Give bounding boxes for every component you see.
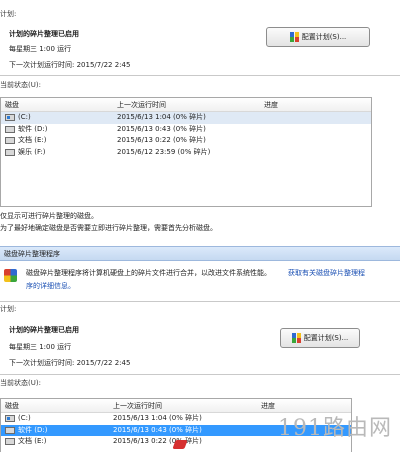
drive-icon bbox=[5, 426, 15, 434]
disk-row-e[interactable]: 文档 (E:) 2015/6/13 0:22 (0% 碎片) bbox=[1, 135, 371, 147]
disk-last-run: 2015/6/13 0:22 (0% 碎片) bbox=[117, 136, 206, 144]
next-run-time: 下一次计划运行时间: 2015/7/22 2:45 bbox=[9, 359, 131, 367]
drive-icon bbox=[5, 148, 15, 156]
disk-list-header: 磁盘 上一次运行时间 进度 bbox=[1, 399, 351, 413]
disk-last-run: 2015/6/13 0:43 (0% 碎片) bbox=[117, 124, 206, 133]
window-titlebar[interactable]: 磁盘碎片整理程序 bbox=[0, 246, 400, 261]
disk-name: 文档 (E:) bbox=[18, 136, 47, 144]
system-drive-icon bbox=[5, 114, 15, 121]
schedule-label: 计划: bbox=[0, 305, 17, 313]
disk-row-f[interactable]: 娱乐 (F:) 2015/6/12 23:59 (0% 碎片) bbox=[1, 147, 371, 159]
section-divider bbox=[0, 374, 400, 375]
disk-row-d[interactable]: 软件 (D:) 2015/6/13 0:43 (0% 碎片) bbox=[1, 124, 371, 136]
current-status-label: 当前状态(U): bbox=[0, 81, 41, 89]
disk-last-run: 2015/6/13 1:04 (0% 碎片) bbox=[113, 414, 202, 422]
section-divider bbox=[0, 301, 400, 302]
schedule-status: 计划的碎片整理已启用 bbox=[9, 30, 79, 38]
defrag-app-icon bbox=[4, 269, 17, 282]
drive-icon bbox=[5, 137, 15, 144]
disk-last-run: 2015/6/13 0:43 (0% 碎片) bbox=[113, 425, 202, 434]
disk-row-c[interactable]: (C:) 2015/6/13 1:04 (0% 碎片) bbox=[1, 112, 371, 124]
configure-schedule-label: 配置计划(S)... bbox=[301, 32, 347, 41]
watermark: 191路由网 bbox=[278, 416, 392, 441]
help-link-continued[interactable]: 序的详细信息。 bbox=[26, 283, 75, 290]
system-drive-icon bbox=[5, 415, 15, 422]
disk-list-header: 磁盘 上一次运行时间 进度 bbox=[1, 98, 371, 112]
col-progress[interactable]: 进度 bbox=[264, 102, 278, 109]
disk-list[interactable]: 磁盘 上一次运行时间 进度 (C:) 2015/6/13 1:04 (0% 碎片… bbox=[0, 97, 372, 207]
col-last-run[interactable]: 上一次运行时间 bbox=[117, 102, 166, 109]
schedule-label: 计划: bbox=[0, 10, 17, 18]
disk-name: 软件 (D:) bbox=[18, 124, 48, 133]
schedule-runs: 每星期三 1:00 运行 bbox=[9, 343, 72, 351]
disk-name: 软件 (D:) bbox=[18, 425, 48, 434]
configure-schedule-button[interactable]: 配置计划(S)... bbox=[266, 27, 370, 47]
section-divider bbox=[0, 75, 400, 76]
note-analyze-first: 为了最好地确定磁盘是否需要立即进行碎片整理，需要首先分析磁盘。 bbox=[0, 224, 217, 232]
shield-icon bbox=[291, 333, 301, 343]
disk-name: (C:) bbox=[18, 414, 31, 422]
col-last-run[interactable]: 上一次运行时间 bbox=[113, 403, 162, 410]
col-progress[interactable]: 进度 bbox=[261, 403, 275, 410]
schedule-runs: 每星期三 1:00 运行 bbox=[9, 45, 72, 53]
configure-schedule-button[interactable]: 配置计划(S)... bbox=[280, 328, 360, 348]
help-link[interactable]: 获取有关磁盘碎片整理程 bbox=[288, 270, 365, 277]
current-status-label: 当前状态(U): bbox=[0, 379, 41, 387]
window-title: 磁盘碎片整理程序 bbox=[4, 250, 60, 258]
drive-icon bbox=[5, 438, 15, 445]
col-disk[interactable]: 磁盘 bbox=[5, 403, 19, 410]
defrag-description: 磁盘碎片整理程序将计算机硬盘上的碎片文件进行合并，以改进文件系统性能。 bbox=[26, 269, 271, 277]
drive-icon bbox=[5, 125, 15, 133]
configure-schedule-label: 配置计划(S)... bbox=[303, 333, 349, 342]
next-run-time: 下一次计划运行时间: 2015/7/22 2:45 bbox=[9, 61, 131, 69]
note-disks-shown: 仅显示可进行碎片整理的磁盘。 bbox=[0, 212, 98, 220]
schedule-status: 计划的碎片整理已启用 bbox=[9, 326, 79, 334]
disk-name: 娱乐 (F:) bbox=[18, 147, 46, 156]
disk-name: (C:) bbox=[18, 113, 31, 121]
col-disk[interactable]: 磁盘 bbox=[5, 102, 19, 109]
disk-last-run: 2015/6/13 0:22 (0% 碎片) bbox=[113, 437, 202, 445]
disk-last-run: 2015/6/12 23:59 (0% 碎片) bbox=[117, 147, 211, 156]
shield-icon bbox=[289, 32, 299, 42]
disk-name: 文档 (E:) bbox=[18, 437, 47, 445]
disk-last-run: 2015/6/13 1:04 (0% 碎片) bbox=[117, 113, 206, 121]
